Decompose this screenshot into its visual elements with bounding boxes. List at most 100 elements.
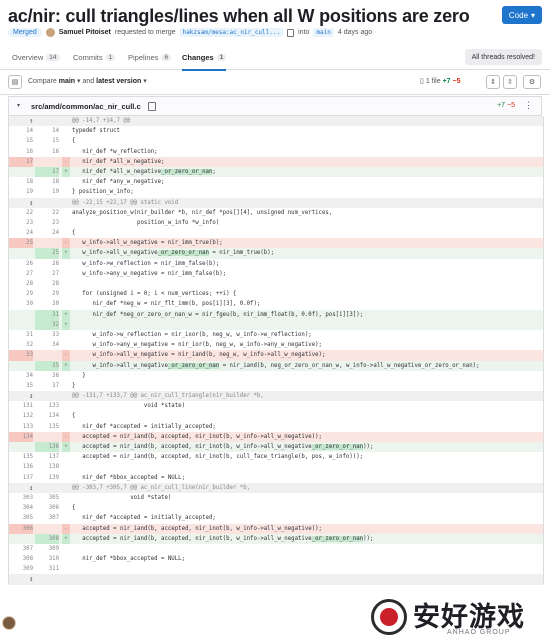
old-line-number[interactable]: 14: [9, 126, 33, 136]
old-line-number[interactable]: 18: [9, 177, 33, 187]
new-line-number[interactable]: 136: [35, 442, 59, 453]
old-line-number[interactable]: 24: [9, 228, 33, 238]
old-line-number[interactable]: 28: [9, 279, 33, 289]
old-line-number[interactable]: 17: [9, 156, 33, 167]
new-line-number[interactable]: 133: [35, 401, 59, 411]
new-line-number[interactable]: 16: [35, 147, 59, 157]
old-line-number[interactable]: 26: [9, 259, 33, 269]
new-line-number[interactable]: 27: [35, 269, 59, 279]
user-avatar[interactable]: [2, 616, 16, 630]
copy-icon[interactable]: [148, 102, 156, 111]
tab-count: 1: [105, 54, 116, 61]
new-line-number[interactable]: 31: [35, 309, 59, 320]
old-line-number[interactable]: 33: [9, 350, 33, 361]
tab-commits[interactable]: Commits 1: [73, 53, 116, 62]
copy-branch-icon[interactable]: [287, 28, 295, 37]
new-line-number[interactable]: 305: [35, 493, 59, 503]
new-line-number[interactable]: 17: [35, 166, 59, 178]
old-line-number[interactable]: 134: [9, 431, 33, 443]
author-link[interactable]: Samuel Pitoiset: [59, 29, 111, 36]
new-line-number[interactable]: 32: [35, 319, 59, 330]
new-line-number[interactable]: 18: [35, 177, 59, 187]
new-line-number[interactable]: 309: [35, 544, 59, 554]
new-line-number[interactable]: 14: [35, 126, 59, 136]
old-line-number[interactable]: 23: [9, 218, 33, 228]
expand-lines-icon[interactable]: ↕: [29, 483, 33, 493]
file-path[interactable]: src/amd/common/ac_nir_cull.c: [31, 102, 141, 111]
new-line-number[interactable]: 26: [35, 259, 59, 269]
old-line-number[interactable]: 27: [9, 269, 33, 279]
author-avatar[interactable]: [45, 28, 55, 37]
tab-overview[interactable]: Overview 14: [12, 53, 60, 62]
old-line-number[interactable]: 22: [9, 208, 33, 218]
compare-version-dropdown[interactable]: latest version: [96, 78, 141, 85]
caret-down-icon[interactable]: ▾: [17, 102, 20, 109]
tab-pipelines[interactable]: Pipelines 6: [128, 53, 172, 62]
old-line-number[interactable]: 137: [9, 473, 33, 483]
new-line-number[interactable]: 22: [35, 208, 59, 218]
settings-icon[interactable]: ⚙: [523, 75, 541, 89]
threads-resolved-button[interactable]: All threads resolved!: [464, 49, 542, 65]
old-line-number[interactable]: 25: [9, 238, 33, 249]
old-line-number[interactable]: 133: [9, 422, 33, 432]
old-line-number[interactable]: 304: [9, 503, 33, 513]
new-line-number[interactable]: 137: [35, 452, 59, 462]
old-line-number[interactable]: 16: [9, 147, 33, 157]
collapse-icon[interactable]: ⇳: [503, 75, 517, 89]
new-line-number[interactable]: 33: [35, 330, 59, 340]
new-line-number[interactable]: 134: [35, 411, 59, 421]
new-line-number[interactable]: 306: [35, 503, 59, 513]
expand-lines-icon[interactable]: ↑: [29, 116, 33, 126]
old-line-number[interactable]: 309: [9, 564, 33, 574]
new-line-number[interactable]: 307: [35, 513, 59, 523]
old-line-number[interactable]: 34: [9, 371, 33, 381]
old-line-number[interactable]: 15: [9, 136, 33, 146]
old-line-number[interactable]: 305: [9, 513, 33, 523]
old-line-number[interactable]: 136: [9, 462, 33, 472]
compare-base-dropdown[interactable]: main: [59, 78, 75, 85]
new-line-number[interactable]: 310: [35, 554, 59, 564]
new-line-number[interactable]: 15: [35, 136, 59, 146]
target-branch[interactable]: main: [313, 28, 334, 37]
tab-changes[interactable]: Changes 1: [182, 53, 227, 71]
old-line-number[interactable]: 35: [9, 381, 33, 391]
sidebar-toggle-icon[interactable]: ▤: [8, 75, 22, 89]
code-button[interactable]: Code ▾: [502, 6, 542, 24]
old-line-number[interactable]: 131: [9, 401, 33, 411]
new-line-number[interactable]: 30: [35, 299, 59, 309]
code-segment: nir_def *accepted = initially_accepted;: [72, 423, 216, 430]
expand-icon[interactable]: ⇕: [486, 75, 500, 89]
new-line-number[interactable]: 25: [35, 248, 59, 259]
expand-lines-icon[interactable]: ↕: [29, 198, 33, 208]
new-line-number[interactable]: 308: [35, 533, 59, 544]
old-line-number[interactable]: 30: [9, 299, 33, 309]
old-line-number[interactable]: 135: [9, 452, 33, 462]
expand-lines-icon[interactable]: ↕: [29, 391, 33, 401]
new-line-number[interactable]: 34: [35, 340, 59, 350]
old-line-number[interactable]: 32: [9, 340, 33, 350]
more-actions-icon[interactable]: ⋮: [524, 100, 533, 111]
old-line-number[interactable]: 307: [9, 544, 33, 554]
old-line-number[interactable]: 306: [9, 523, 33, 534]
new-line-number[interactable]: 37: [35, 381, 59, 391]
new-line-number[interactable]: 24: [35, 228, 59, 238]
source-branch[interactable]: hakzsam/mesa:ac_nir_cull...: [179, 28, 284, 37]
new-line-number[interactable]: 139: [35, 473, 59, 483]
new-line-number[interactable]: 138: [35, 462, 59, 472]
old-line-number[interactable]: 132: [9, 411, 33, 421]
new-line-number[interactable]: 19: [35, 187, 59, 197]
old-line-number[interactable]: 308: [9, 554, 33, 564]
new-line-number[interactable]: 36: [35, 371, 59, 381]
new-line-number[interactable]: 23: [35, 218, 59, 228]
old-line-number[interactable]: 303: [9, 493, 33, 503]
new-line-number[interactable]: 311: [35, 564, 59, 574]
old-line-number[interactable]: 19: [9, 187, 33, 197]
new-line-number[interactable]: 29: [35, 289, 59, 299]
old-line-number[interactable]: 31: [9, 330, 33, 340]
new-line-number[interactable]: 35: [35, 360, 59, 371]
expand-lines-icon[interactable]: ↕: [29, 574, 33, 584]
old-line-number[interactable]: 29: [9, 289, 33, 299]
context-line: 132 134 {: [9, 411, 543, 421]
new-line-number[interactable]: 28: [35, 279, 59, 289]
new-line-number[interactable]: 135: [35, 422, 59, 432]
